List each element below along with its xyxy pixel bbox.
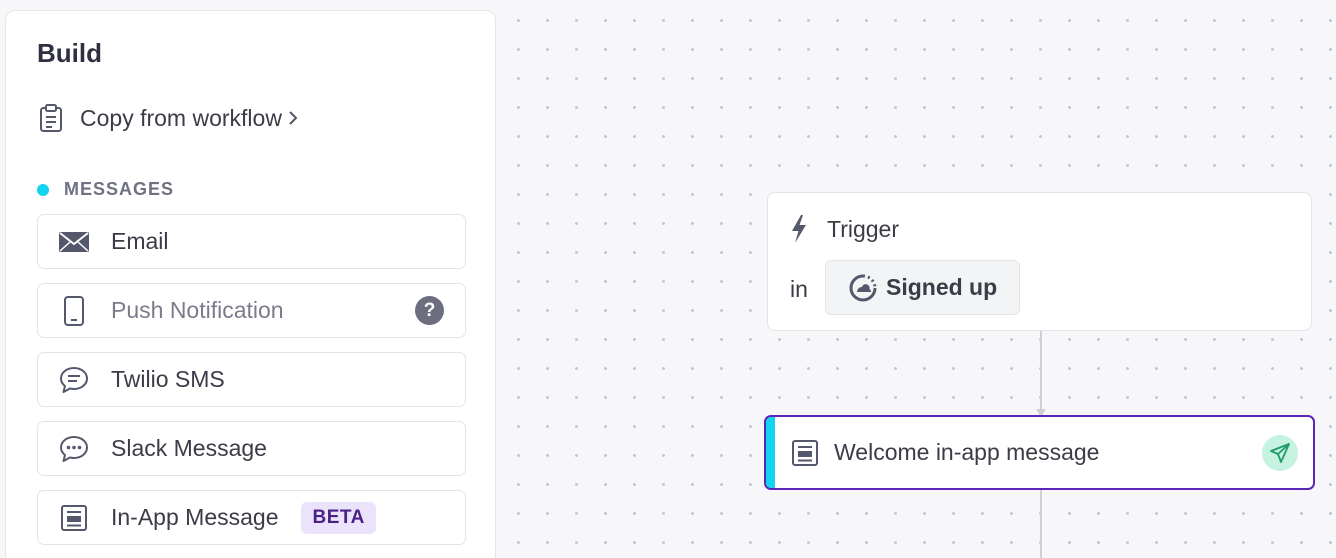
message-item-label: Push Notification: [111, 297, 284, 323]
trigger-header: Trigger: [788, 213, 899, 245]
chat-dots-icon: [58, 433, 90, 465]
message-item-label: In-App Message: [111, 504, 279, 530]
envelope-icon: [58, 226, 90, 258]
message-item-label: Slack Message: [111, 435, 267, 461]
mobile-phone-icon: [58, 295, 90, 327]
connector-line: [1040, 331, 1042, 409]
message-item-label: Twilio SMS: [111, 366, 225, 392]
segment-icon: [848, 273, 878, 303]
message-item-label: Email: [111, 228, 169, 254]
trigger-event-pill[interactable]: Signed up: [825, 260, 1021, 315]
section-label: MESSAGES: [64, 179, 175, 199]
message-item-push-notification[interactable]: Push Notification ?: [37, 283, 466, 338]
lightning-bolt-icon: [788, 213, 810, 245]
trigger-label: Trigger: [827, 215, 899, 242]
beta-badge: BETA: [301, 501, 376, 534]
workflow-message-node[interactable]: Welcome in-app message: [764, 415, 1315, 490]
trigger-event-label: Signed up: [886, 274, 998, 300]
message-item-twilio-sms[interactable]: Twilio SMS: [37, 352, 466, 407]
clipboard-icon: [38, 103, 64, 133]
chat-bubble-icon: [58, 364, 90, 396]
connector-line: [1040, 490, 1042, 558]
message-item-slack-message[interactable]: Slack Message: [37, 421, 466, 476]
message-item-in-app-message[interactable]: In-App Message BETA: [37, 490, 466, 545]
in-app-icon: [789, 437, 821, 469]
trigger-in-label: in: [790, 276, 808, 302]
copy-from-workflow-link[interactable]: Copy from workflow: [38, 103, 302, 133]
messages-section-header: MESSAGES: [37, 179, 174, 200]
send-icon[interactable]: [1262, 435, 1298, 471]
message-node-label: Welcome in-app message: [834, 439, 1100, 465]
sidebar-title: Build: [37, 38, 102, 68]
in-app-icon: [58, 502, 90, 534]
chevron-right-icon: [288, 107, 302, 129]
copy-from-workflow-label: Copy from workflow: [80, 104, 282, 131]
node-accent-bar: [766, 417, 775, 488]
build-sidebar: Build Copy from workflow MESSAGES Email …: [5, 10, 496, 558]
help-icon[interactable]: ?: [415, 296, 444, 325]
section-dot: [37, 183, 49, 196]
trigger-card[interactable]: Trigger in Signed up: [767, 192, 1312, 331]
message-item-email[interactable]: Email: [37, 214, 466, 269]
